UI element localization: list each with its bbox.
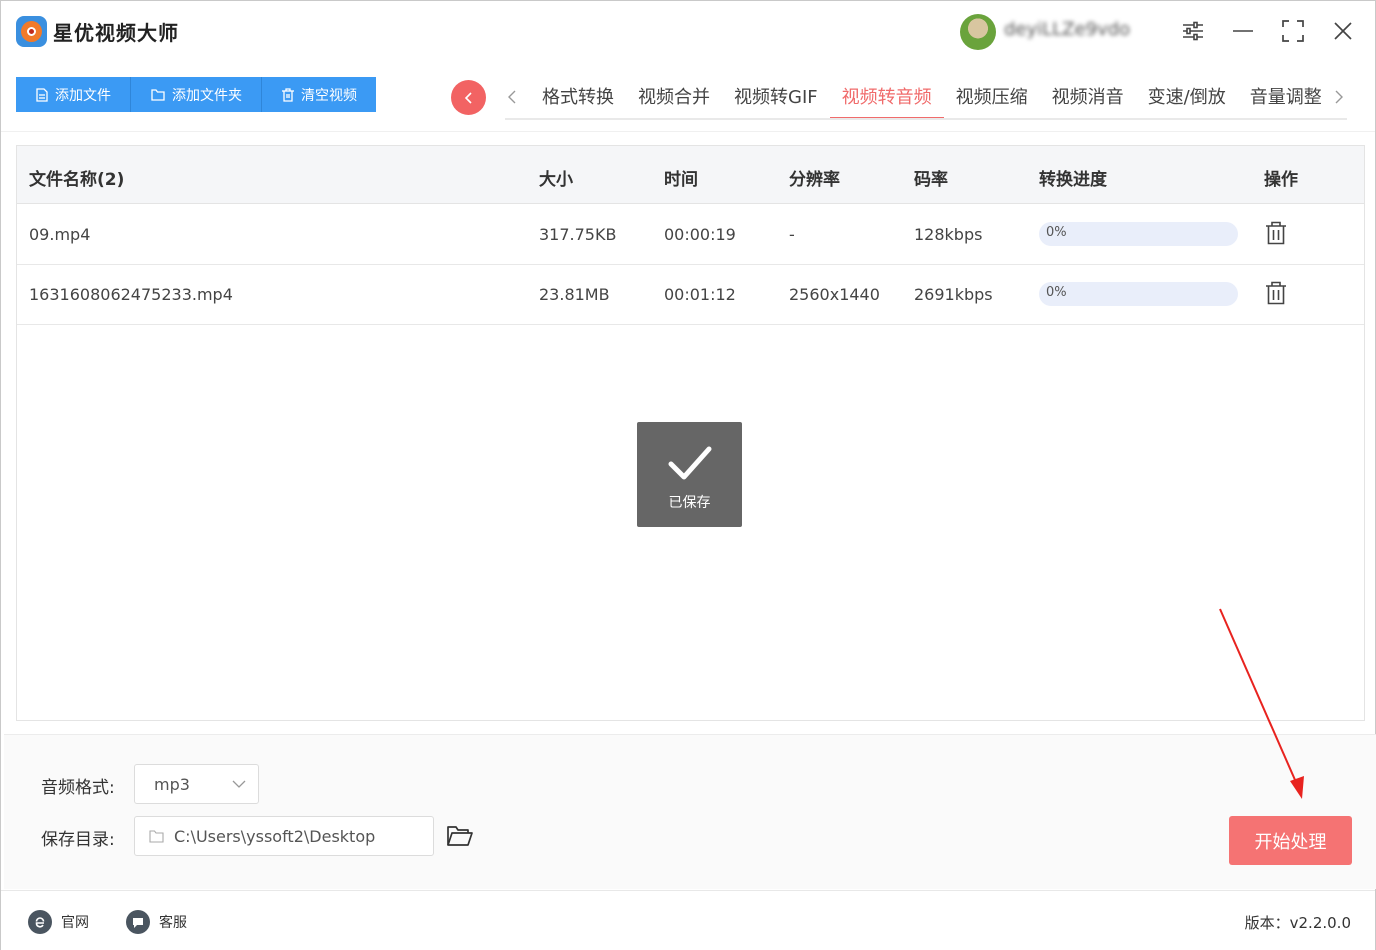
tab-7[interactable]: 音量调整 xyxy=(1238,81,1334,119)
col-size-header: 大小 xyxy=(539,170,573,190)
table-row[interactable]: 09.mp4 317.75KB 00:00:19 - 128kbps 0% xyxy=(17,205,1364,265)
app-window: 星优视频大师 deyiLLZe9vdo 添加文件 添加文件夹 清空视频 格式转换… xyxy=(0,0,1376,950)
settings-icon[interactable] xyxy=(1178,16,1208,46)
title-bar: 星优视频大师 deyiLLZe9vdo xyxy=(1,1,1375,61)
footer: 官网 客服 版本：v2.2.0.0 xyxy=(1,890,1375,950)
tab-3[interactable]: 视频转音频 xyxy=(829,81,944,119)
support-label: 客服 xyxy=(159,915,187,931)
file-resolution: 2560x1440 xyxy=(789,285,880,304)
progress-bar: 0% xyxy=(1039,222,1238,246)
dir-label: 保存目录: xyxy=(41,830,115,850)
collapse-button[interactable] xyxy=(451,80,486,115)
delete-icon[interactable] xyxy=(1265,281,1289,307)
progress-bar: 0% xyxy=(1039,282,1238,306)
file-duration: 00:00:19 xyxy=(664,225,736,244)
ie-icon xyxy=(28,910,52,934)
chevron-left-icon xyxy=(464,91,472,104)
file-toolbar: 添加文件 添加文件夹 清空视频 xyxy=(16,77,376,112)
tabs-next-icon[interactable] xyxy=(1331,85,1347,109)
add-folder-button[interactable]: 添加文件夹 xyxy=(131,77,262,112)
col-time-header: 时间 xyxy=(664,170,698,190)
annotation-arrow xyxy=(1219,608,1304,799)
tab-6[interactable]: 变速/倒放 xyxy=(1136,81,1238,119)
feature-tabs: 格式转换 视频合并 视频转GIF 视频转音频 视频压缩 视频消音 变速/倒放 音量调整 xyxy=(530,81,1334,119)
version-text: 版本：v2.2.0.0 xyxy=(1244,914,1351,932)
file-duration: 00:01:12 xyxy=(664,285,736,304)
user-name[interactable]: deyiLLZe9vdo xyxy=(1004,19,1154,41)
file-bitrate: 2691kbps xyxy=(914,285,993,304)
minimize-icon[interactable] xyxy=(1228,16,1258,46)
file-name: 1631608062475233.mp4 xyxy=(29,285,233,304)
add-file-button[interactable]: 添加文件 xyxy=(16,77,131,112)
add-file-label: 添加文件 xyxy=(55,87,111,104)
save-dir-value: C:\Users\yssoft2\Desktop xyxy=(174,827,376,846)
chat-icon xyxy=(126,910,150,934)
tab-0[interactable]: 格式转换 xyxy=(530,81,626,119)
folder-icon xyxy=(151,88,165,101)
format-select[interactable]: mp3 xyxy=(134,764,259,804)
col-progress-header: 转换进度 xyxy=(1039,170,1107,190)
header-divider xyxy=(1,131,1375,132)
file-icon xyxy=(36,87,48,102)
progress-text: 0% xyxy=(1046,225,1067,240)
table-header: 文件名称(2) 大小 时间 分辨率 码率 转换进度 操作 xyxy=(17,146,1364,204)
tabs-prev-icon[interactable] xyxy=(504,85,520,109)
file-bitrate: 128kbps xyxy=(914,225,983,244)
save-dir-input[interactable]: C:\Users\yssoft2\Desktop xyxy=(134,816,434,856)
format-label: 音频格式: xyxy=(41,778,115,798)
clear-videos-button[interactable]: 清空视频 xyxy=(262,77,376,112)
file-size: 23.81MB xyxy=(539,285,610,304)
tab-1[interactable]: 视频合并 xyxy=(626,81,722,119)
check-icon xyxy=(668,446,711,480)
user-avatar[interactable] xyxy=(960,14,996,50)
website-link[interactable]: 官网 xyxy=(28,910,89,934)
progress-text: 0% xyxy=(1046,285,1067,300)
format-value: mp3 xyxy=(154,775,190,794)
tabs-underline xyxy=(505,118,1347,120)
folder-icon xyxy=(149,830,164,843)
tab-4[interactable]: 视频压缩 xyxy=(944,81,1040,119)
clear-videos-label: 清空视频 xyxy=(301,87,357,104)
open-folder-icon[interactable] xyxy=(446,824,474,848)
app-title: 星优视频大师 xyxy=(53,21,179,45)
add-folder-label: 添加文件夹 xyxy=(172,87,242,104)
close-icon[interactable] xyxy=(1328,16,1358,46)
maximize-icon[interactable] xyxy=(1278,16,1308,46)
chevron-down-icon xyxy=(232,780,246,788)
support-link[interactable]: 客服 xyxy=(126,910,187,934)
delete-icon[interactable] xyxy=(1265,221,1289,247)
start-process-button[interactable]: 开始处理 xyxy=(1229,816,1352,865)
settings-panel xyxy=(4,734,1376,889)
app-logo-icon xyxy=(16,16,47,47)
col-resolution-header: 分辨率 xyxy=(789,170,840,190)
tab-2[interactable]: 视频转GIF xyxy=(722,81,830,119)
tab-5[interactable]: 视频消音 xyxy=(1040,81,1136,119)
toast-text: 已保存 xyxy=(668,495,711,511)
col-bitrate-header: 码率 xyxy=(914,170,948,190)
file-name: 09.mp4 xyxy=(29,225,91,244)
website-label: 官网 xyxy=(61,915,89,931)
trash-icon xyxy=(282,87,294,102)
col-name-header: 文件名称(2) xyxy=(29,170,125,190)
col-action-header: 操作 xyxy=(1264,170,1298,190)
table-row[interactable]: 1631608062475233.mp4 23.81MB 00:01:12 25… xyxy=(17,265,1364,325)
file-resolution: - xyxy=(789,225,795,244)
file-size: 317.75KB xyxy=(539,225,617,244)
saved-toast: 已保存 xyxy=(637,422,742,527)
